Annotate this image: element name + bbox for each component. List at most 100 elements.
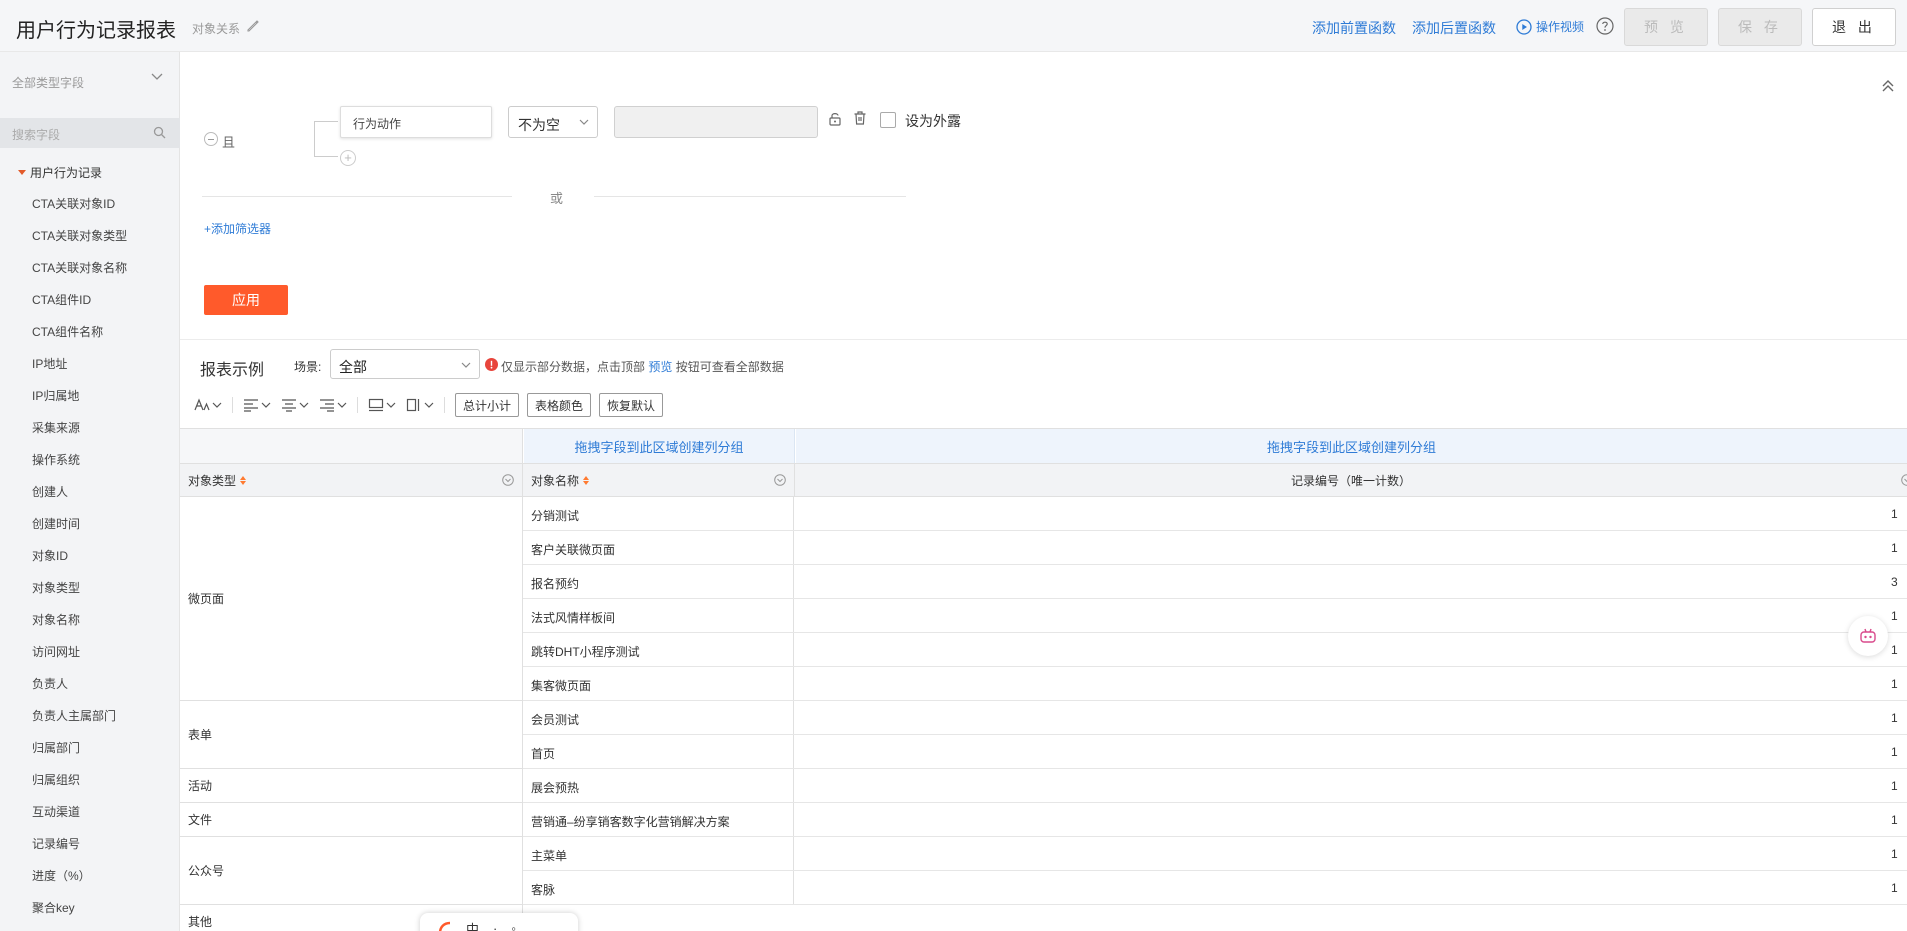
field-item[interactable]: 聚合key xyxy=(32,900,127,931)
field-item[interactable]: 互动渠道 xyxy=(32,804,127,836)
field-group-user-behavior[interactable]: 用户行为记录 xyxy=(18,164,102,181)
column-header-record-count[interactable]: 记录编号（唯一计数） xyxy=(795,464,1907,497)
add-condition-icon[interactable]: + xyxy=(340,150,356,166)
object-name-cell: 会员测试 xyxy=(523,701,794,734)
table-row: 报名预约 3 xyxy=(523,565,1907,599)
subtotal-button[interactable]: 总计小计 xyxy=(455,393,520,417)
field-type-select[interactable]: 全部类型字段 xyxy=(12,73,164,91)
column-group-drop-zone[interactable]: 拖拽字段到此区域创建列分组 xyxy=(524,429,795,463)
object-name-cell: 跳转DHT小程序测试 xyxy=(523,633,794,666)
table-row: 首页 1 xyxy=(523,735,1907,769)
field-item[interactable]: 访问网址 xyxy=(32,644,127,676)
record-count-cell: 1 xyxy=(1891,643,1898,657)
warning-icon xyxy=(485,358,498,371)
record-count-cell: 1 xyxy=(1891,813,1898,827)
unlock-icon[interactable] xyxy=(828,111,842,127)
mini-toolbar-item[interactable]: · xyxy=(493,921,497,931)
column-width-dropdown[interactable] xyxy=(406,398,434,412)
row-height-icon xyxy=(368,398,384,412)
row-height-dropdown[interactable] xyxy=(368,398,396,412)
toolbar-divider xyxy=(232,397,233,413)
object-name-cell: 展会预热 xyxy=(523,769,794,802)
remove-group-icon[interactable] xyxy=(204,132,218,146)
align-left-dropdown[interactable] xyxy=(243,398,271,412)
table-row: 法式风情样板间 1 xyxy=(523,599,1907,633)
field-item[interactable]: CTA关联对象类型 xyxy=(32,228,127,260)
chevron-down-icon xyxy=(261,402,271,408)
align-center-dropdown[interactable] xyxy=(281,398,309,412)
floating-mini-toolbar[interactable]: 中 · ◦ xyxy=(420,913,578,931)
object-type-cell: 公众号 xyxy=(180,837,523,905)
edit-icon[interactable] xyxy=(246,19,260,33)
table-row: 主菜单 1 xyxy=(523,837,1907,871)
field-item[interactable]: 归属部门 xyxy=(32,740,127,772)
field-item[interactable]: 负责人主属部门 xyxy=(32,708,127,740)
add-pre-function-link[interactable]: 添加前置函数 xyxy=(1312,18,1396,38)
object-type-label: 其他 xyxy=(188,915,213,929)
column-group-drop-zone[interactable]: 拖拽字段到此区域创建列分组 xyxy=(796,429,1907,463)
field-item[interactable]: CTA组件名称 xyxy=(32,324,127,356)
field-item[interactable]: 负责人 xyxy=(32,676,127,708)
field-item[interactable]: 对象类型 xyxy=(32,580,127,612)
field-search-input[interactable]: 搜索字段 xyxy=(0,118,180,148)
scene-value: 全部 xyxy=(339,359,367,375)
collapse-up-icon[interactable] xyxy=(1881,78,1895,94)
align-right-dropdown[interactable] xyxy=(319,398,347,412)
field-item[interactable]: CTA组件ID xyxy=(32,292,127,324)
trash-icon[interactable] xyxy=(853,110,867,126)
add-filter-link[interactable]: +添加筛选器 xyxy=(204,220,271,237)
field-item[interactable]: 创建时间 xyxy=(32,516,127,548)
help-icon[interactable] xyxy=(1596,17,1614,35)
tutorial-video-link[interactable]: 操作视频 xyxy=(1516,18,1584,35)
font-size-dropdown[interactable] xyxy=(194,398,222,412)
condition-field-select[interactable]: 行为动作 xyxy=(340,106,492,138)
chevron-down-icon xyxy=(212,402,222,408)
sort-icon[interactable] xyxy=(583,476,590,485)
exit-button[interactable]: 退 出 xyxy=(1812,8,1896,46)
scene-select[interactable]: 全部 xyxy=(330,349,480,379)
notice-preview-link[interactable]: 预览 xyxy=(648,360,672,374)
operator-select[interactable]: 不为空 xyxy=(508,106,598,138)
object-name-cell: 营销通–纷享销客数字化营销解决方案 xyxy=(523,803,794,836)
column-menu-icon[interactable] xyxy=(1901,474,1907,486)
reset-default-button[interactable]: 恢复默认 xyxy=(599,393,664,417)
record-count-cell: 1 xyxy=(1891,779,1898,793)
apply-button[interactable]: 应用 xyxy=(204,285,288,315)
preview-button[interactable]: 预 览 xyxy=(1624,8,1708,46)
column-header-object-type[interactable]: 对象类型 xyxy=(180,464,523,497)
add-post-function-link[interactable]: 添加后置函数 xyxy=(1412,18,1496,38)
expose-checkbox[interactable] xyxy=(880,112,896,128)
column-menu-icon[interactable] xyxy=(502,474,514,486)
field-item[interactable]: 创建人 xyxy=(32,484,127,516)
field-item[interactable]: 对象ID xyxy=(32,548,127,580)
field-item[interactable]: CTA关联对象名称 xyxy=(32,260,127,292)
field-item[interactable]: CTA关联对象ID xyxy=(32,196,127,228)
field-item[interactable]: 对象名称 xyxy=(32,612,127,644)
field-item[interactable]: 记录编号 xyxy=(32,836,127,868)
mini-toolbar-item[interactable]: ◦ xyxy=(511,921,516,931)
field-item[interactable]: 采集来源 xyxy=(32,420,127,452)
condition-value-input[interactable] xyxy=(614,106,818,138)
field-item[interactable]: IP地址 xyxy=(32,356,127,388)
table-row: 客脉 1 xyxy=(523,871,1907,905)
mini-toolbar-item[interactable]: 中 xyxy=(466,919,479,931)
robot-icon xyxy=(1860,628,1876,643)
field-item[interactable]: 进度（%） xyxy=(32,868,127,900)
field-item[interactable]: 操作系统 xyxy=(32,452,127,484)
column-header-label: 记录编号（唯一计数） xyxy=(1290,474,1411,488)
object-type-cell: 表单 xyxy=(180,701,523,769)
save-button[interactable]: 保 存 xyxy=(1718,8,1802,46)
sort-icon[interactable] xyxy=(240,476,247,485)
toolbar-divider xyxy=(444,397,445,413)
assistant-bot-button[interactable] xyxy=(1848,616,1888,656)
object-name-cell: 集客微页面 xyxy=(523,667,794,700)
column-menu-icon[interactable] xyxy=(774,474,786,486)
field-item[interactable]: IP归属地 xyxy=(32,388,127,420)
column-header-object-name[interactable]: 对象名称 xyxy=(523,464,795,497)
table-color-button[interactable]: 表格颜色 xyxy=(527,393,592,417)
caret-down-icon xyxy=(18,170,26,175)
top-header: 用户行为记录报表 对象关系 添加前置函数 添加后置函数 操作视频 预 览 保 存… xyxy=(0,0,1907,52)
field-item[interactable]: 归属组织 xyxy=(32,772,127,804)
search-icon xyxy=(153,126,166,139)
object-type-cell: 微页面 xyxy=(180,497,523,701)
